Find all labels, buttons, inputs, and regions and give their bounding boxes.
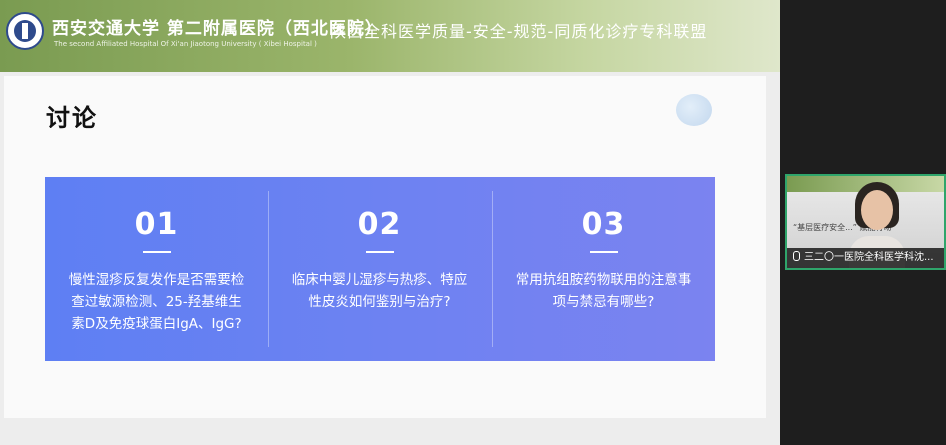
microphone-icon [793, 251, 800, 261]
discussion-item-2: 02 临床中婴儿湿疹与热疹、特应性皮炎如何鉴别与治疗? [268, 177, 491, 361]
number-underline [143, 251, 171, 253]
item-text: 慢性湿疹反复发作是否需要检查过敏源检测、25-羟基维生素D及免疫球蛋白IgA、I… [68, 272, 245, 332]
discussion-item-3: 03 常用抗组胺药物联用的注意事项与禁忌有哪些? [492, 177, 715, 361]
number-underline [590, 251, 618, 253]
participant-video-tile[interactable]: “基层医疗安全...” 赋能行动 三二〇一医院全科医学科沈... [785, 174, 946, 270]
shared-screen: 西安交通大学 第二附属医院（西北医院） The second Affiliate… [0, 0, 780, 445]
hospital-logo-icon [6, 12, 44, 50]
number-underline [366, 251, 394, 253]
alliance-title: 陕西全科医学质量-安全-规范-同质化诊疗专科联盟 [330, 22, 708, 41]
decorative-bubble-icon [676, 94, 712, 126]
slide-content: 讨论 01 慢性湿疹反复发作是否需要检查过敏源检测、25-羟基维生素D及免疫球蛋… [4, 76, 766, 418]
item-text: 临床中婴儿湿疹与热疹、特应性皮炎如何鉴别与治疗? [291, 272, 468, 310]
item-number: 01 [134, 207, 179, 242]
participant-name-bar: 三二〇一医院全科医学科沈... [787, 248, 944, 268]
slide-title: 讨论 [46, 104, 98, 132]
item-number: 03 [581, 207, 626, 242]
presentation-banner: 西安交通大学 第二附属医院（西北医院） The second Affiliate… [0, 0, 780, 72]
item-number: 02 [357, 207, 402, 242]
participant-name: 三二〇一医院全科医学科沈... [804, 252, 934, 263]
discussion-panel: 01 慢性湿疹反复发作是否需要检查过敏源检测、25-羟基维生素D及免疫球蛋白Ig… [45, 177, 715, 361]
item-text: 常用抗组胺药物联用的注意事项与禁忌有哪些? [515, 272, 692, 310]
discussion-item-1: 01 慢性湿疹反复发作是否需要检查过敏源检测、25-羟基维生素D及免疫球蛋白Ig… [45, 177, 268, 361]
hospital-name-en: The second Affiliated Hospital Of Xi'an … [54, 40, 317, 48]
